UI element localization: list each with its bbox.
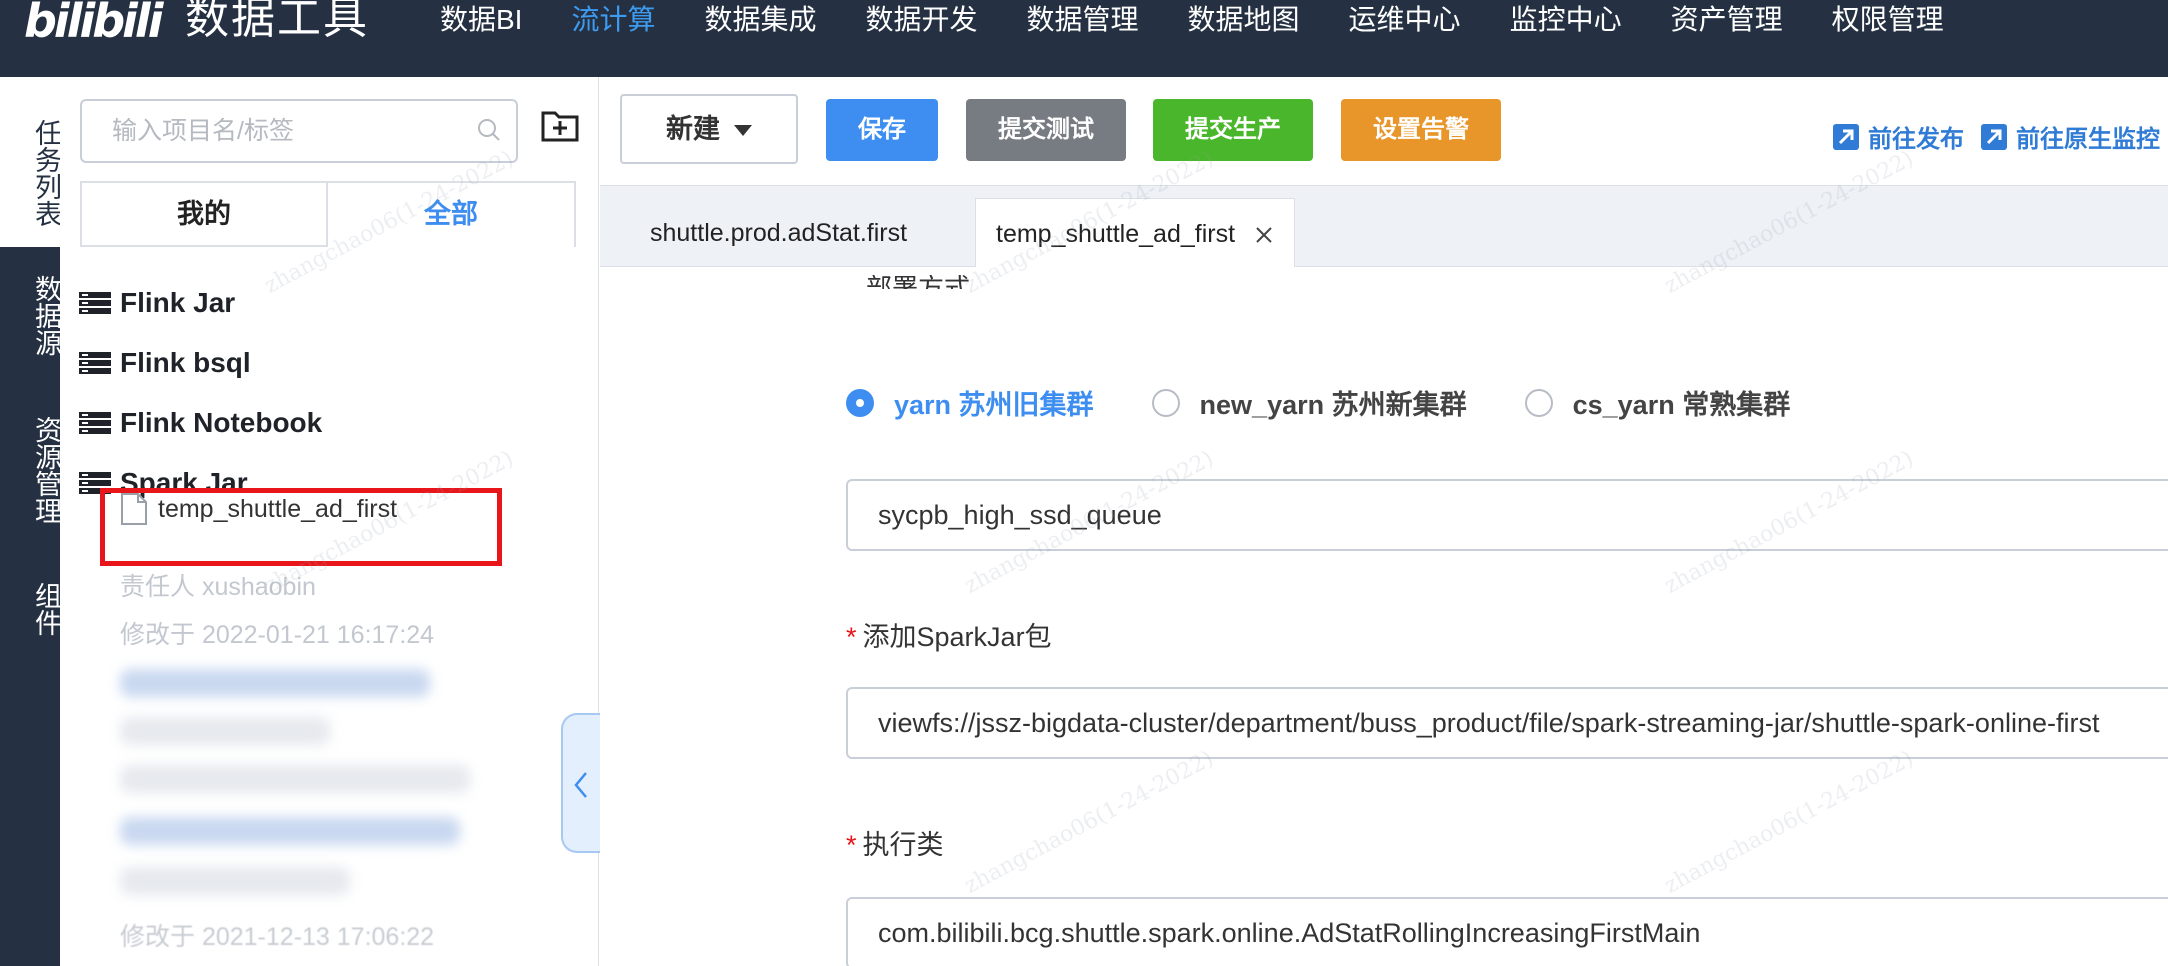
rail-item-datasource[interactable]: 数据源 [0,260,61,370]
radio-new-yarn-suzhou-new[interactable]: new_yarn 苏州新集群 [1151,383,1467,422]
radio-circle [1151,388,1180,417]
radio-label: cs_yarn 常熟集群 [1572,390,1791,420]
blurred-item [120,669,430,697]
radio-circle [846,388,874,417]
nav-item-bi[interactable]: 数据BI [440,0,522,40]
top-navbar: bilibili 数据工具 数据BI 流计算 数据集成 数据开发 数据管理 数据… [0,0,2168,77]
tree-folder-flink-bsql[interactable]: Flink bsql [78,333,578,393]
required-mark: * [846,622,857,652]
editor-tabbar: shuttle.prod.adStat.first temp_shuttle_a… [600,185,2168,269]
nav-item-ops[interactable]: 运维中心 [1349,0,1461,40]
cluster-radio-group: yarn 苏州旧集群 new_yarn 苏州新集群 cs_yarn 常熟集群 [846,383,1848,422]
main-class-label-text: 执行类 [862,830,944,860]
tab-all[interactable]: 全部 [328,181,576,247]
radio-yarn-suzhou-old[interactable]: yarn 苏州旧集群 [846,383,1094,422]
main-nav: 数据BI 流计算 数据集成 数据开发 数据管理 数据地图 运维中心 监控中心 资… [440,0,1993,40]
set-alarm-button[interactable]: 设置告警 [1341,99,1501,161]
doc-tab-shuttle-prod[interactable]: shuttle.prod.adStat.first [630,198,927,268]
app-title: 数据工具 [185,0,369,43]
external-link-icon [1833,123,1859,150]
tree-folder-label: Flink Notebook [120,407,323,438]
task-tree: Flink Jar Flink bsql Flink Notebook Spar… [78,273,578,513]
nav-item-integration[interactable]: 数据集成 [704,0,816,40]
goto-monitor-link[interactable]: 前往原生监控 [1980,119,2160,154]
job-config-form: 部署方式 yarn 苏州旧集群 new_yarn 苏州新集群 cs_yarn 常… [600,267,2168,966]
publish-link-label: 前往发布 [1868,126,1964,153]
spark-jar-path-field[interactable]: viewfs://jssz-bigdata-cluster/department… [846,687,2168,759]
nav-item-dev[interactable]: 数据开发 [866,0,978,40]
save-button[interactable]: 保存 [826,99,938,161]
owner-meta: 责任人 xushaobin [120,573,316,601]
editor-toolbar: 新建 保存 提交测试 提交生产 设置告警 前往发布 前往原生监控 [600,77,2168,185]
blurred-item [120,717,330,745]
doc-tab-temp-shuttle[interactable]: temp_shuttle_ad_first [975,198,1295,269]
highlight-annotation [100,488,502,566]
folder-stack-icon [79,352,111,374]
left-rail: 任务列表 数据源 资源管理 组件 [0,77,61,966]
external-link-icon [1981,123,2007,150]
submit-production-button[interactable]: 提交生产 [1153,99,1313,161]
new-label: 新建 [666,114,720,144]
radio-circle [1524,388,1553,417]
nav-item-assets[interactable]: 资产管理 [1671,0,1783,40]
nav-item-data-map[interactable]: 数据地图 [1188,0,1300,40]
tree-folder-label: Flink Jar [120,287,236,318]
main-class-field[interactable]: com.bilibili.bcg.shuttle.spark.online.Ad… [846,897,2168,966]
deploy-mode-label: 部署方式 [866,275,970,289]
main-class-label: * 执行类 [846,823,944,862]
chevron-left-icon [574,772,587,798]
goto-publish-link[interactable]: 前往发布 [1832,119,1964,154]
radio-label: new_yarn 苏州新集群 [1199,390,1467,420]
caret-down-icon [734,125,752,137]
search-input[interactable] [82,101,462,161]
blurred-item [120,765,470,793]
folder-stack-icon [79,412,111,434]
tree-folder-flink-jar[interactable]: Flink Jar [78,273,578,333]
radio-label: yarn 苏州旧集群 [894,390,1094,420]
tree-folder-flink-notebook[interactable]: Flink Notebook [78,393,578,453]
modified-meta: 修改于 2022-01-21 16:17:24 [120,621,435,649]
add-folder-icon[interactable] [540,107,580,143]
nav-item-stream[interactable]: 流计算 [571,0,655,40]
new-dropdown-button[interactable]: 新建 [620,94,798,164]
spark-jar-label: * 添加SparkJar包 [846,615,1052,654]
bilibili-logo[interactable]: bilibili [24,0,163,46]
monitor-link-label: 前往原生监控 [2016,126,2160,153]
nav-item-monitor[interactable]: 监控中心 [1510,0,1622,40]
nav-item-permissions[interactable]: 权限管理 [1832,0,1944,40]
required-mark: * [846,830,857,860]
rail-item-resources[interactable]: 资源管理 [0,402,61,537]
rail-item-task-list[interactable]: 任务列表 [0,77,61,247]
sidebar-collapse-handle[interactable] [561,713,601,853]
spark-jar-label-text: 添加SparkJar包 [862,622,1052,652]
blurred-item [120,817,460,845]
folder-stack-icon [79,292,111,314]
doc-tab-label: temp_shuttle_ad_first [996,220,1236,248]
tree-folder-label: Flink bsql [120,347,251,378]
queue-field[interactable]: sycpb_high_ssd_queue [846,479,2168,551]
project-search [80,99,518,163]
radio-cs-yarn-changshu[interactable]: cs_yarn 常熟集群 [1524,383,1791,422]
submit-test-button[interactable]: 提交测试 [966,99,1126,161]
sidebar-tabs: 我的 全部 [80,181,576,247]
close-icon[interactable] [1254,225,1274,245]
tab-mine[interactable]: 我的 [80,181,328,247]
search-icon[interactable] [476,117,502,143]
blurred-item [120,867,350,895]
modified-meta: 修改于 2021-12-13 17:06:22 [120,923,435,951]
rail-item-components[interactable]: 组件 [0,574,61,644]
task-sidebar: 我的 全部 Flink Jar Flink bsql Flink Noteboo… [60,77,599,966]
nav-item-data-mgmt[interactable]: 数据管理 [1027,0,1139,40]
